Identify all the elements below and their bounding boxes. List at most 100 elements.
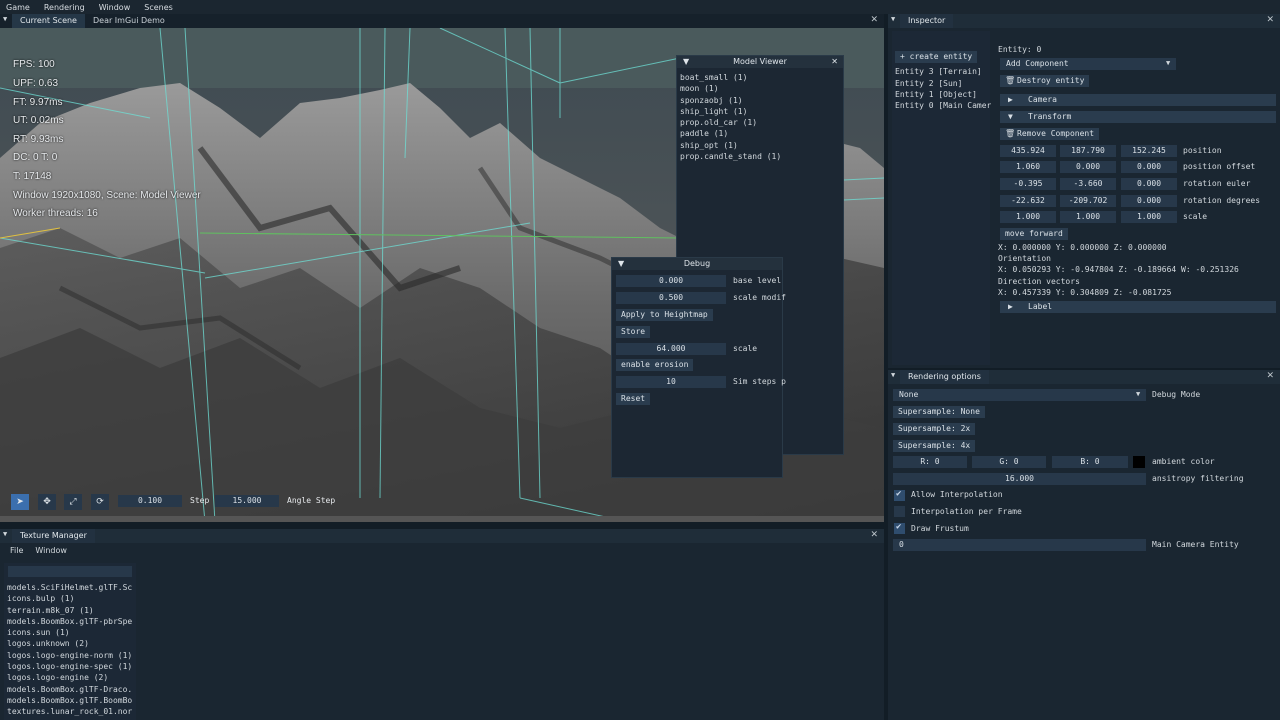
move-forward-button[interactable]: move forward [1000,228,1068,240]
store-button[interactable]: Store [616,326,651,338]
scale-y-field[interactable]: 1.000 [1060,211,1116,223]
tab-dropdown-icon[interactable]: ▼ [0,529,12,543]
list-item[interactable]: prop.old_car (1) [677,117,843,128]
close-icon[interactable]: ✕ [831,56,838,68]
scale-x-field[interactable]: 1.000 [1000,211,1056,223]
tab-dropdown-icon[interactable]: ▼ [888,14,900,28]
list-item[interactable]: moon (1) [677,83,843,94]
list-item[interactable]: paddle (1) [677,128,843,139]
select-tool-icon[interactable]: ➤ [11,494,29,510]
supersample-none-button[interactable]: Supersample: None [893,406,985,418]
scale-modifier-field[interactable]: 0.500 [616,292,726,304]
menu-window[interactable]: Window [35,546,67,555]
scale-field[interactable]: 64.000 [616,343,726,355]
collapse-triangle-icon[interactable]: ▼ [618,258,624,270]
label-header[interactable]: ▶ Label [1000,301,1276,313]
close-icon[interactable]: ✕ [870,15,878,25]
scale-z-field[interactable]: 1.000 [1121,211,1177,223]
list-item[interactable]: prop.candle_stand (1) [677,151,843,162]
entity-item[interactable]: Entity 2 [Sun] [895,78,962,89]
collapse-triangle-icon[interactable]: ▼ [683,56,689,68]
base-level-field[interactable]: 0.000 [616,275,726,287]
entity-item[interactable]: Entity 1 [Object] [895,89,977,100]
list-item[interactable]: models.SciFiHelmet.glTF.Sc [4,582,136,593]
position-offset-z-field[interactable]: 0.000 [1121,161,1177,173]
model-viewer-titlebar[interactable]: ▼ Model Viewer ✕ [677,56,843,68]
apply-heightmap-button[interactable]: Apply to Heightmap [616,309,713,321]
menu-window[interactable]: Window [99,3,131,12]
enable-erosion-button[interactable]: enable erosion [616,359,694,371]
list-item[interactable]: models.BoomBox.glTF-pbrSpe [4,616,136,627]
draw-frustum-checkbox[interactable] [894,522,905,534]
menu-game[interactable]: Game [6,3,30,12]
list-item[interactable]: logos.logo-engine (2) [4,672,136,683]
add-component-select[interactable]: Add Component [1000,58,1176,70]
list-item[interactable]: sponzaobj (1) [677,95,843,106]
interpolation-per-frame-checkbox[interactable] [894,506,905,517]
rotation-degrees-x-field[interactable]: -22.632 [1000,195,1056,207]
entity-item[interactable]: Entity 0 [Main Camer [895,100,991,111]
ambient-g-field[interactable]: G: 0 [972,456,1046,468]
supersample-2x-button[interactable]: Supersample: 2x [893,423,976,435]
scene-viewport[interactable]: FPS: 100 UPF: 0.63 FT: 9.97ms UT: 0.02ms… [0,28,884,522]
rotation-euler-x-field[interactable]: -0.395 [1000,178,1056,190]
tab-dropdown-icon[interactable]: ▼ [0,14,12,28]
list-item[interactable]: models.BoomBox.glTF-Draco. [4,684,136,695]
reset-button[interactable]: Reset [616,393,651,405]
rendering-options-titlebar: ▼ Rendering options ✕ [888,370,1280,384]
rotation-euler-y-field[interactable]: -3.660 [1060,178,1116,190]
angle-step-field[interactable]: 15.000 [215,495,279,507]
ambient-r-field[interactable]: R: 0 [893,456,967,468]
tab-rendering-options[interactable]: Rendering options [900,370,989,384]
anisotropy-field[interactable]: 16.000 [893,473,1146,485]
scale-tool-icon[interactable]: ⤢ [64,494,82,510]
camera-header[interactable]: ▶ Camera [1000,94,1276,106]
ambient-color-swatch[interactable] [1133,456,1145,468]
position-z-field[interactable]: 152.245 [1121,145,1177,157]
list-item[interactable]: logos.unknown (2) [4,638,136,649]
tab-current-scene[interactable]: Current Scene [12,14,85,28]
close-icon[interactable]: ✕ [1266,15,1274,25]
texture-search-input[interactable] [8,566,132,577]
tab-texture-manager[interactable]: Texture Manager [12,529,95,543]
list-item[interactable]: ship_opt (1) [677,140,843,151]
list-item[interactable]: icons.bulp (1) [4,593,136,604]
list-item[interactable]: terrain.m8k_07 (1) [4,605,136,616]
debug-titlebar[interactable]: ▼ Debug [612,258,782,270]
close-icon[interactable]: ✕ [870,530,878,540]
position-offset-x-field[interactable]: 1.060 [1000,161,1056,173]
position-y-field[interactable]: 187.790 [1060,145,1116,157]
menu-file[interactable]: File [10,546,23,555]
position-offset-y-field[interactable]: 0.000 [1060,161,1116,173]
allow-interpolation-checkbox[interactable] [894,489,905,501]
tab-dropdown-icon[interactable]: ▼ [888,370,900,384]
sim-steps-field[interactable]: 10 [616,376,726,388]
menu-rendering[interactable]: Rendering [44,3,85,12]
supersample-4x-button[interactable]: Supersample: 4x [893,440,976,452]
tab-imgui-demo[interactable]: Dear ImGui Demo [85,14,173,28]
tab-inspector[interactable]: Inspector [900,14,954,28]
rotation-euler-z-field[interactable]: 0.000 [1121,178,1177,190]
ambient-b-field[interactable]: B: 0 [1052,456,1128,468]
rotation-degrees-y-field[interactable]: -209.702 [1060,195,1116,207]
transform-header[interactable]: ▼ Transform [1000,111,1276,123]
main-camera-entity-field[interactable]: 0 [893,539,1146,551]
rotation-degrees-z-field[interactable]: 0.000 [1121,195,1177,207]
menu-scenes[interactable]: Scenes [144,3,173,12]
position-x-field[interactable]: 435.924 [1000,145,1056,157]
rotate-tool-icon[interactable]: ⟳ [91,494,109,510]
create-entity-button[interactable]: + create entity [895,51,978,63]
list-item[interactable]: ship_light (1) [677,106,843,117]
debug-mode-select[interactable]: None [893,389,1146,401]
list-item[interactable]: logos.logo-engine-spec (1) [4,661,136,672]
list-item[interactable]: logos.logo-engine-norm (1) [4,650,136,661]
step-field[interactable]: 0.100 [118,495,182,507]
orientation-readout: X: 0.050293 Y: -0.947804 Z: -0.189664 W:… [998,265,1239,274]
move-tool-icon[interactable]: ✥ [38,494,56,510]
entity-item[interactable]: Entity 3 [Terrain] [895,66,982,77]
list-item[interactable]: models.BoomBox.glTF.BoomBo [4,695,136,706]
list-item[interactable]: boat_small (1) [677,72,843,83]
close-icon[interactable]: ✕ [1266,371,1274,381]
list-item[interactable]: textures.lunar_rock_01.nor [4,706,136,717]
list-item[interactable]: icons.sun (1) [4,627,136,638]
